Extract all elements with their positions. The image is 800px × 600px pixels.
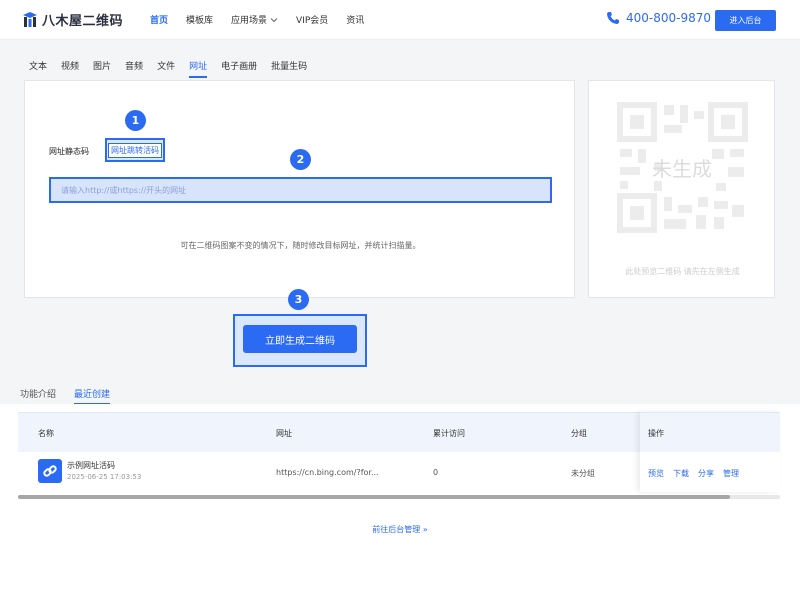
go-dashboard-link[interactable]: 前往后台管理 » [0, 524, 800, 535]
row-visits: 0 [433, 468, 439, 477]
nav-vip[interactable]: VIP会员 [296, 13, 328, 26]
mode-dynamic-option[interactable]: 网址跳转活码 [105, 138, 165, 162]
qr-preview-panel: 未生成 此处预览二维码 请先在左侧生成 [588, 80, 775, 298]
tab-file[interactable]: 文件 [157, 59, 175, 78]
type-tabs: 文本 视频 图片 音频 文件 网址 电子画册 批量生码 [29, 59, 307, 78]
phone-number: 400-800-9870 [626, 11, 712, 25]
url-input[interactable] [49, 177, 552, 203]
qr-placeholder-icon: 未生成 [617, 102, 748, 233]
tab-audio[interactable]: 音频 [125, 59, 143, 78]
nav-news-label: 资讯 [346, 16, 365, 26]
nav-home-label: 首页 [150, 16, 169, 26]
tab-ebook[interactable]: 电子画册 [221, 59, 257, 78]
download-link[interactable]: 下载 [673, 468, 689, 479]
phone-icon [607, 12, 619, 24]
col-group: 分组 [571, 429, 587, 438]
generate-qr-button[interactable]: 立即生成二维码 [243, 325, 357, 353]
step-badge-2: 2 [290, 149, 311, 170]
dynamic-code-hint: 可在二维码图案不变的情况下，随时修改目标网址，并统计扫描量。 [180, 241, 421, 250]
col-url: 网址 [276, 429, 292, 438]
tab-image[interactable]: 图片 [93, 59, 111, 78]
tab-recent[interactable]: 最近创建 [74, 387, 111, 405]
chevron-down-icon [270, 17, 278, 22]
mode-static-option[interactable]: 网址静态码 [49, 146, 89, 157]
recent-table: 名称 网址 累计访问 分组 示例网址活码 2025-06-25 17:03:53… [18, 412, 780, 499]
preview-link[interactable]: 预览 [648, 468, 664, 479]
row-title: 示例网址活码 [67, 461, 115, 470]
mode-dynamic-label: 网址跳转活码 [108, 142, 162, 158]
nav-templates[interactable]: 模板库 [186, 13, 213, 26]
col-visits: 累计访问 [433, 429, 465, 438]
tab-text[interactable]: 文本 [29, 59, 47, 78]
link-icon [38, 459, 62, 483]
tab-batch[interactable]: 批量生码 [271, 59, 307, 78]
actions-header: 操作 [640, 412, 780, 452]
top-header: 八木屋二维码 首页 模板库 应用场景 VIP会员 资讯 400-800-9870… [0, 0, 800, 40]
generate-highlight: 立即生成二维码 [233, 314, 367, 367]
nav-templates-label: 模板库 [186, 16, 214, 26]
scrollbar-thumb[interactable] [18, 495, 730, 499]
actions-column: 操作 预览 下载 分享 管理 [640, 412, 780, 492]
hotline: 400-800-9870 [606, 11, 711, 25]
logo-text: 八木屋二维码 [42, 14, 124, 29]
horizontal-scrollbar[interactable] [18, 495, 780, 499]
manage-link[interactable]: 管理 [723, 468, 739, 479]
bottom-tabs: 功能介绍 最近创建 [20, 387, 111, 405]
col-actions: 操作 [648, 429, 664, 438]
row-actions: 预览 下载 分享 管理 [648, 468, 739, 479]
nav-home[interactable]: 首页 [150, 13, 168, 26]
col-name: 名称 [38, 429, 54, 438]
tab-feature-intro[interactable]: 功能介绍 [20, 387, 56, 405]
nav-scenarios[interactable]: 应用场景 [231, 13, 278, 26]
row-date: 2025-06-25 17:03:53 [67, 473, 142, 481]
recent-area: 名称 网址 累计访问 分组 示例网址活码 2025-06-25 17:03:53… [0, 404, 800, 600]
row-group: 未分组 [571, 469, 595, 478]
tab-video[interactable]: 视频 [61, 59, 79, 78]
nav-scenarios-label: 应用场景 [231, 16, 268, 26]
tab-url[interactable]: 网址 [189, 59, 208, 78]
preview-note: 此处预览二维码 请先在左侧生成 [625, 267, 740, 276]
nav-news[interactable]: 资讯 [346, 13, 364, 26]
step-badge-3: 3 [288, 289, 309, 310]
editor-panel: 1 网址静态码 网址跳转活码 2 可在二维码图案不变的情况下，随时修改目标网址，… [24, 80, 575, 298]
logo[interactable]: 八木屋二维码 [22, 10, 123, 29]
qr-status-text: 未生成 [652, 157, 712, 181]
logo-mark-icon [23, 11, 37, 27]
nav-vip-label: VIP会员 [296, 16, 329, 26]
enter-dashboard-button[interactable]: 进入后台 [715, 10, 776, 31]
share-link[interactable]: 分享 [698, 468, 714, 479]
step-badge-1: 1 [125, 110, 146, 131]
row-url: https://cn.bing.com/?for... [276, 468, 379, 477]
main-nav: 首页 模板库 应用场景 VIP会员 资讯 [150, 13, 364, 26]
